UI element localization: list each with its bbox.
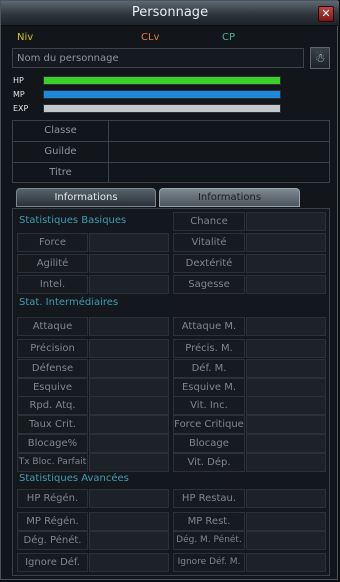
info-row-classe: Classe [13, 121, 329, 142]
stat-label-intel: Intel. [17, 275, 88, 294]
stat-label-ignore-def-m: Ignore Déf. M. [173, 553, 245, 572]
stat-label-vitalite: Vitalité [173, 233, 245, 252]
stat-value-taux-crit [89, 415, 169, 434]
stat-label-force-critique: Force Critique [173, 415, 245, 434]
stat-label-def-m: Déf. M. [173, 359, 245, 378]
info-row-guilde: Guilde [13, 142, 329, 163]
stat-label-precision: Précision [17, 339, 88, 358]
stat-value-deg-m-penet [246, 531, 326, 550]
stat-label-vit-dep: Vit. Dép. [173, 453, 245, 472]
stat-value-esquive-m [246, 378, 326, 397]
cp-label: CP [222, 32, 236, 43]
stat-value-defense [89, 359, 169, 378]
stat-label-force: Force [17, 233, 88, 252]
stats-panel: Statistiques Basiques Stat. Intermédiair… [12, 208, 330, 576]
section-intermediate-title: Stat. Intermédiaires [19, 297, 119, 308]
character-name-field[interactable] [12, 48, 304, 68]
stat-value-agilite [89, 254, 169, 273]
stat-value-sagesse [246, 275, 326, 294]
section-advanced-title: Statistiques Avancées [19, 473, 129, 484]
stat-value-hp-regen [89, 489, 169, 508]
stat-label-hp-restau: HP Restau. [173, 489, 245, 508]
tab-informations[interactable]: Informations [16, 188, 156, 207]
stat-label-hp-regen: HP Régén. [17, 489, 88, 508]
titre-label: Titre [13, 163, 109, 183]
stat-value-force [89, 233, 169, 252]
guilde-label: Guilde [13, 142, 109, 162]
mp-bar [43, 90, 281, 99]
classe-label: Classe [13, 121, 109, 141]
hp-label: HP [13, 76, 24, 85]
tab-informations-supplementaires[interactable]: Informations supplémentaires [159, 188, 300, 221]
stat-value-esquive [89, 378, 169, 397]
stat-value-def-m [246, 359, 326, 378]
stat-label-defense: Défense [17, 359, 88, 378]
class-level-label: CLv [141, 32, 160, 43]
info-row-titre: Titre [13, 163, 329, 183]
stat-label-ignore-def: Ignore Déf. [17, 553, 88, 572]
stat-label-esquive-m: Esquive M. [173, 378, 245, 397]
stat-value-blocage [246, 434, 326, 453]
stat-label-esquive: Esquive [17, 378, 88, 397]
stat-value-precis-m [246, 339, 326, 358]
info-table: Classe Guilde Titre [12, 120, 330, 183]
stat-label-mp-rest: MP Rest. [173, 512, 245, 531]
window-title: Personnage [131, 5, 209, 20]
stat-label-agilite: Agilité [17, 254, 88, 273]
stat-value-attaque [89, 317, 169, 336]
stat-label-taux-crit: Taux Crit. [17, 415, 88, 434]
stat-value-force-critique [246, 415, 326, 434]
stat-value-hp-restau [246, 489, 326, 508]
stat-label-vit-inc: Vit. Inc. [173, 396, 245, 415]
stat-label-rpd-atq: Rpd. Atq. [17, 396, 88, 415]
stat-value-ignore-def [89, 553, 169, 572]
stat-value-ignore-def-m [246, 553, 326, 572]
mp-label: MP [13, 90, 25, 99]
exp-bar [43, 104, 281, 113]
stat-label-tx-bloc-parfait: Tx Bloc. Parfait [17, 453, 88, 472]
stat-value-rpd-atq [89, 396, 169, 415]
hp-bar [43, 76, 281, 85]
stat-value-blocage-pct [89, 434, 169, 453]
stat-label-dexterite: Dextérité [173, 254, 245, 273]
avatar-button[interactable]: ☃ [310, 47, 330, 69]
level-label: Niv [17, 32, 34, 43]
title-bar[interactable]: Personnage ✕ [1, 1, 339, 26]
stat-value-mp-rest [246, 512, 326, 531]
stat-value-dexterite [246, 254, 326, 273]
stat-value-attaque-m [246, 317, 326, 336]
hp-bar-fill [44, 77, 280, 84]
stat-value-vit-dep [246, 453, 326, 472]
mp-bar-fill [44, 91, 280, 98]
stat-label-chance: Chance [173, 212, 245, 231]
stat-label-attaque: Attaque [17, 317, 88, 336]
section-basic-title: Statistiques Basiques [19, 215, 127, 226]
stat-label-attaque-m: Attaque M. [173, 317, 245, 336]
stat-value-mp-regen [89, 512, 169, 531]
stat-label-precis-m: Précis. M. [173, 339, 245, 358]
stat-value-intel [89, 275, 169, 294]
stat-label-blocage-pct: Blocage% [17, 434, 88, 453]
close-icon[interactable]: ✕ [318, 6, 334, 22]
stat-label-mp-regen: MP Régén. [17, 512, 88, 531]
stat-label-deg-penet: Dég. Pénét. [17, 531, 88, 550]
exp-label: EXP [13, 104, 29, 113]
stat-label-sagesse: Sagesse [173, 275, 245, 294]
stat-value-tx-bloc-parfait [89, 453, 169, 472]
character-window: Personnage ✕ Niv CLv CP ☃ HP MP EXP Clas… [0, 0, 339, 580]
exp-bar-fill [44, 105, 280, 112]
stat-value-chance [246, 212, 326, 231]
stat-value-precision [89, 339, 169, 358]
stat-value-deg-penet [89, 531, 169, 550]
stat-label-deg-m-penet: Dég. M. Pénét. [173, 531, 245, 550]
stat-label-blocage: Blocage [173, 434, 245, 453]
stat-value-vitalite [246, 233, 326, 252]
person-icon: ☃ [314, 51, 326, 65]
stat-value-vit-inc [246, 396, 326, 415]
